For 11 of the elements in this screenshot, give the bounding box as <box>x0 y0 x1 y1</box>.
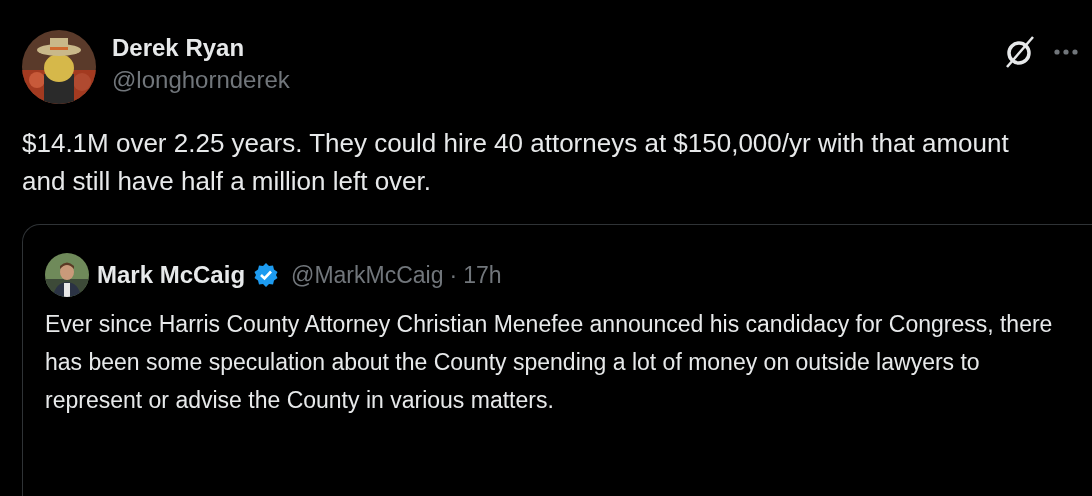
post-time: 17h <box>463 261 502 289</box>
separator-dot: · <box>449 261 458 289</box>
quoted-author-handle: @MarkMcCaig <box>291 261 444 289</box>
slashed-circle-icon[interactable] <box>1004 34 1036 70</box>
post-text: $14.1M over 2.25 years. They could hire 40 attorneys at $150,000/yr with that amount and still have half a million left over. <box>22 127 1010 198</box>
quoted-post-text: Ever since Harris County Attorney Christian Menefee announced his candidacy for Congress, there has been some speculation about the County spending a lot of money on outside lawyers to represent or advise the County in various matters. <box>45 310 1054 415</box>
author-handle[interactable]: @longhornderek <box>112 66 988 94</box>
author-name[interactable]: Derek Ryan <box>112 34 988 62</box>
more-icon[interactable] <box>1054 48 1078 56</box>
quoted-author-name: Mark McCaig <box>97 261 246 289</box>
quoted-post-card[interactable] <box>22 224 1092 496</box>
